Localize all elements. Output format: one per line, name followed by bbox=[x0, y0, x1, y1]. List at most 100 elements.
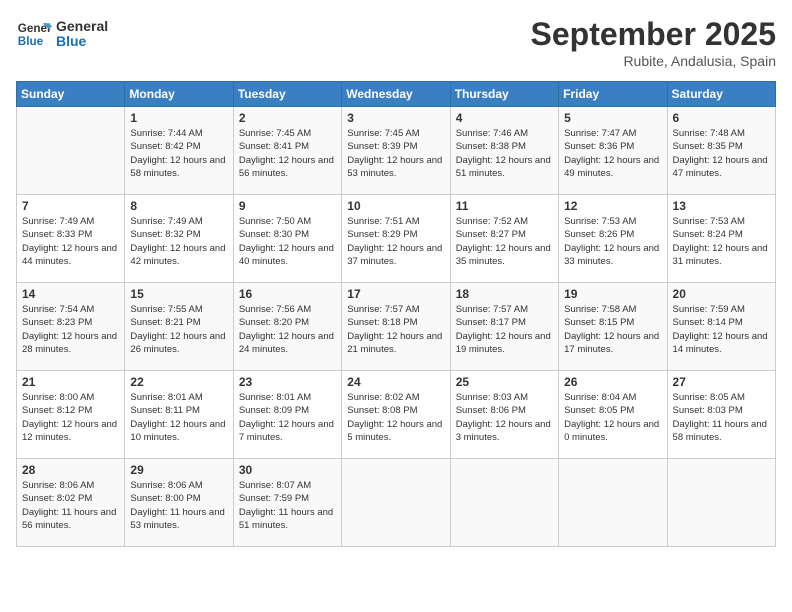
calendar-cell: 17 Sunrise: 7:57 AMSunset: 8:18 PMDayligh… bbox=[342, 283, 450, 371]
day-number: 13 bbox=[673, 199, 770, 213]
calendar-cell: 10Sunrise: 7:51 AMSunset: 8:29 PMDayligh… bbox=[342, 195, 450, 283]
day-info: Sunrise: 7:47 AMSunset: 8:36 PMDaylight:… bbox=[564, 127, 661, 180]
calendar-cell: 9 Sunrise: 7:50 AMSunset: 8:30 PMDaylight… bbox=[233, 195, 341, 283]
day-info: Sunrise: 7:56 AMSunset: 8:20 PMDaylight:… bbox=[239, 303, 336, 356]
day-number: 17 bbox=[347, 287, 444, 301]
weekday-header: Thursday bbox=[450, 82, 558, 107]
day-info: Sunrise: 7:54 AMSunset: 8:23 PMDaylight:… bbox=[22, 303, 119, 356]
calendar-cell: 26 Sunrise: 8:04 AMSunset: 8:05 PMDayligh… bbox=[559, 371, 667, 459]
month-title: September 2025 bbox=[531, 16, 776, 53]
weekday-header: Saturday bbox=[667, 82, 775, 107]
calendar-cell bbox=[667, 459, 775, 547]
day-number: 10 bbox=[347, 199, 444, 213]
calendar-cell bbox=[559, 459, 667, 547]
calendar-cell: 12 Sunrise: 7:53 AMSunset: 8:26 PMDayligh… bbox=[559, 195, 667, 283]
calendar-cell: 4Sunrise: 7:46 AMSunset: 8:38 PMDaylight… bbox=[450, 107, 558, 195]
weekday-header: Tuesday bbox=[233, 82, 341, 107]
calendar-cell: 30 Sunrise: 8:07 AMSunset: 7:59 PMDayligh… bbox=[233, 459, 341, 547]
calendar-cell: 20Sunrise: 7:59 AMSunset: 8:14 PMDayligh… bbox=[667, 283, 775, 371]
day-number: 11 bbox=[456, 199, 553, 213]
calendar-cell: 15 Sunrise: 7:55 AMSunset: 8:21 PMDayligh… bbox=[125, 283, 233, 371]
calendar-cell: 22 Sunrise: 8:01 AMSunset: 8:11 PMDayligh… bbox=[125, 371, 233, 459]
calendar-cell: 8 Sunrise: 7:49 AMSunset: 8:32 PMDaylight… bbox=[125, 195, 233, 283]
day-number: 4 bbox=[456, 111, 553, 125]
day-number: 18 bbox=[456, 287, 553, 301]
calendar-cell: 11 Sunrise: 7:52 AMSunset: 8:27 PMDayligh… bbox=[450, 195, 558, 283]
calendar-cell: 28Sunrise: 8:06 AMSunset: 8:02 PMDayligh… bbox=[17, 459, 125, 547]
day-info: Sunrise: 7:57 AMSunset: 8:18 PMDaylight:… bbox=[347, 303, 444, 356]
day-number: 7 bbox=[22, 199, 119, 213]
day-number: 26 bbox=[564, 375, 661, 389]
day-info: Sunrise: 7:53 AMSunset: 8:24 PMDaylight:… bbox=[673, 215, 770, 268]
day-number: 30 bbox=[239, 463, 336, 477]
calendar-cell: 25Sunrise: 8:03 AMSunset: 8:06 PMDayligh… bbox=[450, 371, 558, 459]
page-header: General Blue General Blue September 2025… bbox=[16, 16, 776, 69]
calendar-cell: 1 Sunrise: 7:44 AMSunset: 8:42 PMDaylight… bbox=[125, 107, 233, 195]
calendar-cell: 5 Sunrise: 7:47 AMSunset: 8:36 PMDaylight… bbox=[559, 107, 667, 195]
day-number: 14 bbox=[22, 287, 119, 301]
day-number: 23 bbox=[239, 375, 336, 389]
day-number: 3 bbox=[347, 111, 444, 125]
day-info: Sunrise: 7:59 AMSunset: 8:14 PMDaylight:… bbox=[673, 303, 770, 356]
calendar-cell: 18 Sunrise: 7:57 AMSunset: 8:17 PMDayligh… bbox=[450, 283, 558, 371]
weekday-header: Sunday bbox=[17, 82, 125, 107]
day-info: Sunrise: 7:49 AMSunset: 8:32 PMDaylight:… bbox=[130, 215, 227, 268]
calendar-cell: 29Sunrise: 8:06 AMSunset: 8:00 PMDayligh… bbox=[125, 459, 233, 547]
day-info: Sunrise: 7:48 AMSunset: 8:35 PMDaylight:… bbox=[673, 127, 770, 180]
location-subtitle: Rubite, Andalusia, Spain bbox=[531, 53, 776, 69]
calendar-cell: 19Sunrise: 7:58 AMSunset: 8:15 PMDayligh… bbox=[559, 283, 667, 371]
day-number: 28 bbox=[22, 463, 119, 477]
day-number: 9 bbox=[239, 199, 336, 213]
calendar-cell bbox=[342, 459, 450, 547]
day-info: Sunrise: 8:00 AMSunset: 8:12 PMDaylight:… bbox=[22, 391, 119, 444]
logo-general: General bbox=[56, 19, 108, 34]
day-info: Sunrise: 7:53 AMSunset: 8:26 PMDaylight:… bbox=[564, 215, 661, 268]
day-number: 21 bbox=[22, 375, 119, 389]
calendar-cell bbox=[17, 107, 125, 195]
day-info: Sunrise: 7:45 AMSunset: 8:41 PMDaylight:… bbox=[239, 127, 336, 180]
calendar-header: SundayMondayTuesdayWednesdayThursdayFrid… bbox=[17, 82, 776, 107]
calendar-cell: 23Sunrise: 8:01 AMSunset: 8:09 PMDayligh… bbox=[233, 371, 341, 459]
logo-icon: General Blue bbox=[16, 16, 52, 52]
day-info: Sunrise: 8:06 AMSunset: 8:00 PMDaylight:… bbox=[130, 479, 227, 532]
day-number: 2 bbox=[239, 111, 336, 125]
day-number: 22 bbox=[130, 375, 227, 389]
calendar-cell: 6 Sunrise: 7:48 AMSunset: 8:35 PMDaylight… bbox=[667, 107, 775, 195]
weekday-header: Friday bbox=[559, 82, 667, 107]
day-info: Sunrise: 8:04 AMSunset: 8:05 PMDaylight:… bbox=[564, 391, 661, 444]
day-info: Sunrise: 7:57 AMSunset: 8:17 PMDaylight:… bbox=[456, 303, 553, 356]
day-number: 6 bbox=[673, 111, 770, 125]
calendar-cell: 14 Sunrise: 7:54 AMSunset: 8:23 PMDayligh… bbox=[17, 283, 125, 371]
logo: General Blue General Blue bbox=[16, 16, 108, 52]
day-info: Sunrise: 7:55 AMSunset: 8:21 PMDaylight:… bbox=[130, 303, 227, 356]
day-info: Sunrise: 7:52 AMSunset: 8:27 PMDaylight:… bbox=[456, 215, 553, 268]
calendar-cell: 24Sunrise: 8:02 AMSunset: 8:08 PMDayligh… bbox=[342, 371, 450, 459]
day-number: 12 bbox=[564, 199, 661, 213]
day-number: 5 bbox=[564, 111, 661, 125]
day-info: Sunrise: 8:07 AMSunset: 7:59 PMDaylight:… bbox=[239, 479, 336, 532]
day-info: Sunrise: 7:50 AMSunset: 8:30 PMDaylight:… bbox=[239, 215, 336, 268]
calendar-table: SundayMondayTuesdayWednesdayThursdayFrid… bbox=[16, 81, 776, 547]
day-info: Sunrise: 7:49 AMSunset: 8:33 PMDaylight:… bbox=[22, 215, 119, 268]
day-info: Sunrise: 7:44 AMSunset: 8:42 PMDaylight:… bbox=[130, 127, 227, 180]
calendar-week-row: 1 Sunrise: 7:44 AMSunset: 8:42 PMDaylight… bbox=[17, 107, 776, 195]
calendar-cell: 2 Sunrise: 7:45 AMSunset: 8:41 PMDaylight… bbox=[233, 107, 341, 195]
calendar-cell: 13 Sunrise: 7:53 AMSunset: 8:24 PMDayligh… bbox=[667, 195, 775, 283]
calendar-week-row: 28Sunrise: 8:06 AMSunset: 8:02 PMDayligh… bbox=[17, 459, 776, 547]
calendar-cell bbox=[450, 459, 558, 547]
day-number: 1 bbox=[130, 111, 227, 125]
weekday-header: Wednesday bbox=[342, 82, 450, 107]
day-info: Sunrise: 8:02 AMSunset: 8:08 PMDaylight:… bbox=[347, 391, 444, 444]
day-info: Sunrise: 8:01 AMSunset: 8:11 PMDaylight:… bbox=[130, 391, 227, 444]
calendar-week-row: 14 Sunrise: 7:54 AMSunset: 8:23 PMDayligh… bbox=[17, 283, 776, 371]
day-number: 15 bbox=[130, 287, 227, 301]
calendar-cell: 21 Sunrise: 8:00 AMSunset: 8:12 PMDayligh… bbox=[17, 371, 125, 459]
day-info: Sunrise: 8:05 AMSunset: 8:03 PMDaylight:… bbox=[673, 391, 770, 444]
svg-text:Blue: Blue bbox=[18, 35, 44, 48]
calendar-cell: 16Sunrise: 7:56 AMSunset: 8:20 PMDayligh… bbox=[233, 283, 341, 371]
logo-blue: Blue bbox=[56, 34, 108, 49]
day-number: 19 bbox=[564, 287, 661, 301]
day-number: 27 bbox=[673, 375, 770, 389]
calendar-week-row: 7 Sunrise: 7:49 AMSunset: 8:33 PMDaylight… bbox=[17, 195, 776, 283]
day-number: 8 bbox=[130, 199, 227, 213]
